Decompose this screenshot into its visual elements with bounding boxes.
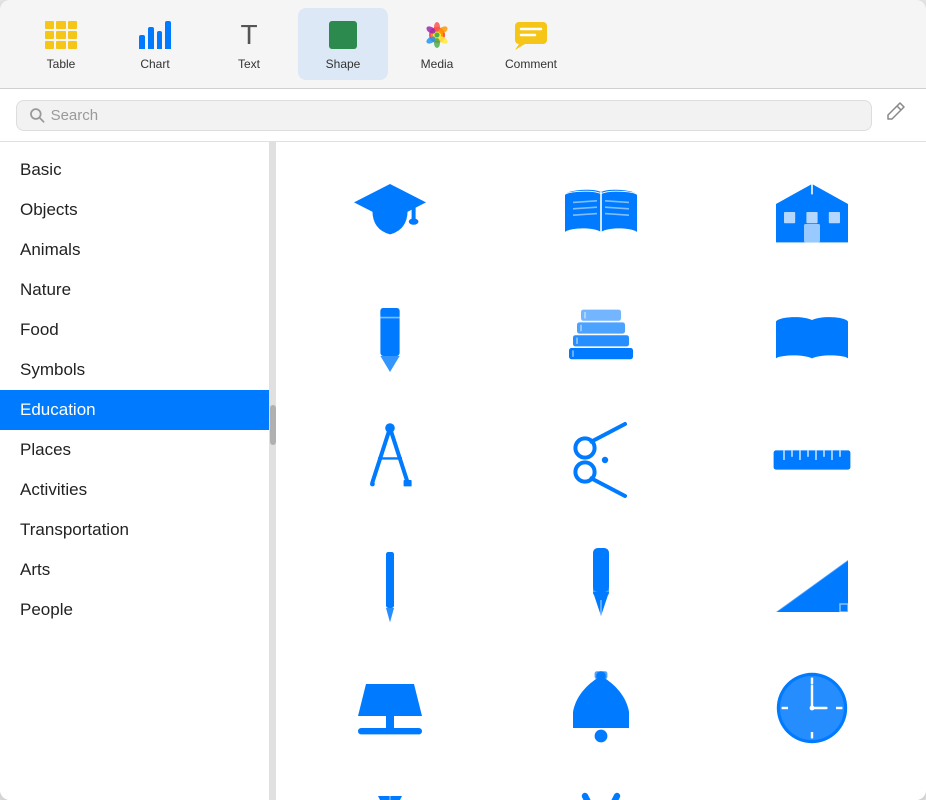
icon-trophy-ribbon[interactable] — [551, 782, 651, 800]
toolbar-text-label: Text — [238, 57, 260, 71]
toolbar-text-button[interactable]: T Text — [204, 8, 294, 80]
icons-grid — [296, 162, 906, 800]
icons-panel — [276, 142, 926, 800]
sidebar-scroll-thumb[interactable] — [270, 405, 276, 445]
sidebar-scrollbar[interactable] — [270, 142, 276, 800]
main-content: Basic Objects Animals Nature Food Symbol… — [0, 142, 926, 800]
icon-open-book[interactable] — [551, 162, 651, 262]
search-input[interactable] — [51, 107, 859, 124]
icon-trophy-cup[interactable] — [762, 782, 862, 800]
icon-pencil-thin[interactable] — [340, 534, 440, 634]
icon-compass[interactable] — [340, 410, 440, 510]
search-bar — [0, 89, 926, 142]
sidebar-item-arts[interactable]: Arts — [0, 550, 269, 590]
toolbar-chart-label: Chart — [140, 57, 169, 71]
sidebar-item-basic[interactable]: Basic — [0, 150, 269, 190]
sidebar-item-education[interactable]: Education — [0, 390, 269, 430]
toolbar-comment-button[interactable]: Comment — [486, 8, 576, 80]
sidebar-item-transportation[interactable]: Transportation — [0, 510, 269, 550]
sidebar-item-food[interactable]: Food — [0, 310, 269, 350]
app-window: Table Chart T Text — [0, 0, 926, 800]
toolbar-shape-label: Shape — [326, 57, 361, 71]
comment-icon — [513, 17, 549, 53]
search-icon — [29, 107, 45, 123]
toolbar-comment-label: Comment — [505, 57, 557, 71]
icon-fountain-pen[interactable] — [551, 534, 651, 634]
text-icon: T — [231, 17, 267, 53]
sidebar-item-symbols[interactable]: Symbols — [0, 350, 269, 390]
media-icon — [419, 17, 455, 53]
chart-icon — [137, 17, 173, 53]
toolbar-media-label: Media — [421, 57, 454, 71]
toolbar-table-button[interactable]: Table — [16, 8, 106, 80]
shape-icon — [325, 17, 361, 53]
toolbar-shape-button[interactable]: Shape — [298, 8, 388, 80]
icon-crayon[interactable] — [340, 286, 440, 386]
toolbar-media-button[interactable]: Media — [392, 8, 482, 80]
icon-book-open-simple[interactable] — [762, 286, 862, 386]
icon-school-bell[interactable] — [551, 658, 651, 758]
search-field-wrapper — [16, 100, 872, 131]
icon-set-square[interactable] — [762, 534, 862, 634]
sidebar-item-people[interactable]: People — [0, 590, 269, 630]
sidebar: Basic Objects Animals Nature Food Symbol… — [0, 142, 270, 800]
sidebar-item-activities[interactable]: Activities — [0, 470, 269, 510]
sidebar-item-places[interactable]: Places — [0, 430, 269, 470]
icon-medal[interactable] — [340, 782, 440, 800]
icon-school-building[interactable] — [762, 162, 862, 262]
icon-desk-lamp[interactable] — [340, 658, 440, 758]
icon-books-stack[interactable] — [551, 286, 651, 386]
table-icon — [43, 17, 79, 53]
toolbar-table-label: Table — [47, 57, 76, 71]
toolbar: Table Chart T Text — [0, 0, 926, 89]
sidebar-item-animals[interactable]: Animals — [0, 230, 269, 270]
icon-clock[interactable] — [762, 658, 862, 758]
sidebar-item-nature[interactable]: Nature — [0, 270, 269, 310]
icon-ruler[interactable] — [762, 410, 862, 510]
sidebar-item-objects[interactable]: Objects — [0, 190, 269, 230]
icon-graduation-cap[interactable] — [340, 162, 440, 262]
toolbar-chart-button[interactable]: Chart — [110, 8, 200, 80]
pen-tool-button[interactable] — [880, 97, 910, 133]
icon-scissors[interactable] — [551, 410, 651, 510]
